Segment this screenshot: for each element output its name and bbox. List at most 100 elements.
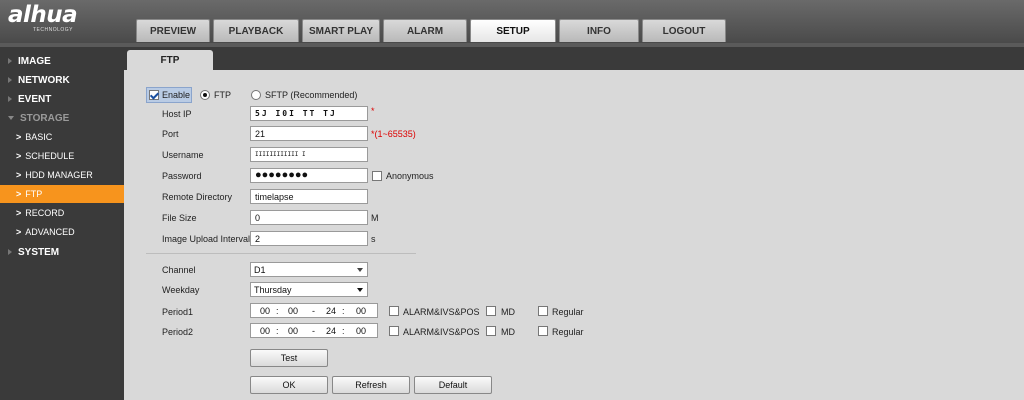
period2-end-minute[interactable]: 00 (356, 326, 366, 336)
sidebar-subitem-ftp[interactable]: > FTP (0, 185, 124, 203)
brand-subtitle: TECHNOLOGY (33, 27, 74, 33)
chevron-down-icon (357, 288, 363, 292)
default-button[interactable]: Default (414, 376, 492, 394)
test-button[interactable]: Test (250, 349, 328, 367)
period2-label: Period2 (162, 327, 194, 337)
sidebar-item-network[interactable]: NETWORK (0, 71, 124, 89)
sidebar-subitem-label: BASIC (25, 132, 53, 142)
upload-interval-label: Image Upload Interval (162, 234, 251, 244)
sidebar-item-storage[interactable]: STORAGE (0, 109, 124, 127)
sidebar-item-system[interactable]: SYSTEM (0, 243, 124, 261)
period1-start-minute[interactable]: 00 (288, 306, 298, 316)
expand-arrow-icon (8, 96, 12, 102)
port-input[interactable]: 21 (250, 126, 368, 141)
time-dash: - (312, 306, 315, 316)
period2-regular-checkbox[interactable] (538, 326, 548, 336)
port-label: Port (162, 129, 179, 139)
channel-label: Channel (162, 265, 196, 275)
enable-checkbox[interactable] (149, 90, 159, 100)
period2-start-hour[interactable]: 00 (260, 326, 270, 336)
chevron-down-icon (357, 268, 363, 272)
channel-select[interactable]: D1 (250, 262, 368, 277)
page-tab-ftp[interactable]: FTP (127, 50, 213, 70)
chevron-right-icon: > (16, 132, 22, 142)
sidebar-subitem-label: RECORD (25, 208, 65, 218)
upload-interval-unit: s (371, 234, 376, 244)
refresh-button[interactable]: Refresh (332, 376, 410, 394)
period2-alarm-checkbox[interactable] (389, 326, 399, 336)
time-colon: : (276, 306, 279, 316)
sidebar-item-label: SYSTEM (18, 246, 60, 258)
protocol-sftp-radio[interactable] (251, 90, 261, 100)
tab-info[interactable]: INFO (559, 19, 639, 42)
period1-md-label: MD (501, 307, 515, 317)
section-divider (146, 253, 416, 254)
sidebar-subitem-schedule[interactable]: > SCHEDULE (0, 147, 124, 165)
password-label: Password (162, 171, 202, 181)
tab-setup[interactable]: SETUP (470, 19, 556, 42)
sidebar-item-image[interactable]: IMAGE (0, 52, 124, 70)
file-size-input[interactable]: 0 (250, 210, 368, 225)
sidebar-subitem-basic[interactable]: > BASIC (0, 128, 124, 146)
time-colon: : (342, 326, 345, 336)
period2-md-checkbox[interactable] (486, 326, 496, 336)
required-mark: * (371, 106, 375, 116)
period2-end-hour[interactable]: 24 (326, 326, 336, 336)
protocol-sftp-label: SFTP (Recommended) (265, 90, 358, 100)
upload-interval-input[interactable]: 2 (250, 231, 368, 246)
tab-logout[interactable]: LOGOUT (642, 19, 726, 42)
top-header: alhua TECHNOLOGY PREVIEW PLAYBACK SMART … (0, 0, 1024, 43)
period1-alarm-label: ALARM&IVS&POS (403, 307, 480, 317)
chevron-right-icon: > (16, 189, 22, 199)
time-dash: - (312, 326, 315, 336)
period2-alarm-label: ALARM&IVS&POS (403, 327, 480, 337)
chevron-right-icon: > (16, 151, 22, 161)
anonymous-label: Anonymous (386, 171, 434, 181)
channel-selected-value: D1 (254, 264, 266, 275)
remote-directory-input[interactable]: timelapse (250, 189, 368, 204)
anonymous-checkbox[interactable] (372, 171, 382, 181)
period1-alarm-checkbox[interactable] (389, 306, 399, 316)
period1-start-hour[interactable]: 00 (260, 306, 270, 316)
remote-directory-label: Remote Directory (162, 192, 233, 202)
period1-label: Period1 (162, 307, 194, 317)
sidebar-subitem-advanced[interactable]: > ADVANCED (0, 223, 124, 241)
period2-regular-label: Regular (552, 327, 584, 337)
period2-md-label: MD (501, 327, 515, 337)
sidebar-subitem-record[interactable]: > RECORD (0, 204, 124, 222)
username-input[interactable]: IIIIIIIIIIII I (250, 147, 368, 162)
sidebar-subitem-hdd-manager[interactable]: > HDD MANAGER (0, 166, 124, 184)
period2-time-range[interactable]: 00 : 00 - 24 : 00 (250, 323, 378, 338)
expand-arrow-icon (8, 77, 12, 83)
sidebar-subitem-label: ADVANCED (25, 227, 75, 237)
ok-button[interactable]: OK (250, 376, 328, 394)
tab-alarm[interactable]: ALARM (383, 19, 467, 42)
sidebar-item-label: STORAGE (20, 112, 70, 124)
enable-label: Enable (162, 90, 191, 100)
weekday-select[interactable]: Thursday (250, 282, 368, 297)
period1-time-range[interactable]: 00 : 00 - 24 : 00 (250, 303, 378, 318)
period1-regular-checkbox[interactable] (538, 306, 548, 316)
tab-preview[interactable]: PREVIEW (136, 19, 210, 42)
host-ip-input[interactable]: 5J I0I TT TJ (250, 106, 368, 121)
sidebar-item-label: EVENT (18, 93, 52, 105)
tab-smart-play[interactable]: SMART PLAY (302, 19, 380, 42)
port-range-hint: *(1~65535) (371, 129, 416, 139)
password-input[interactable]: ●●●●●●●● (250, 168, 368, 183)
sidebar-subitem-label: FTP (25, 189, 43, 199)
period1-end-minute[interactable]: 00 (356, 306, 366, 316)
tab-playback[interactable]: PLAYBACK (213, 19, 299, 42)
sidebar-item-event[interactable]: EVENT (0, 90, 124, 108)
expand-arrow-icon (8, 249, 12, 255)
period1-regular-label: Regular (552, 307, 584, 317)
period1-md-checkbox[interactable] (486, 306, 496, 316)
sidebar-subitem-label: SCHEDULE (25, 151, 75, 161)
period1-end-hour[interactable]: 24 (326, 306, 336, 316)
protocol-ftp-radio[interactable] (200, 90, 210, 100)
collapse-arrow-icon (8, 116, 14, 120)
brand-logo: alhua (8, 2, 78, 28)
protocol-ftp-label: FTP (214, 90, 231, 100)
sidebar-subitem-label: HDD MANAGER (25, 170, 93, 180)
period2-start-minute[interactable]: 00 (288, 326, 298, 336)
header-divider (0, 43, 1024, 47)
